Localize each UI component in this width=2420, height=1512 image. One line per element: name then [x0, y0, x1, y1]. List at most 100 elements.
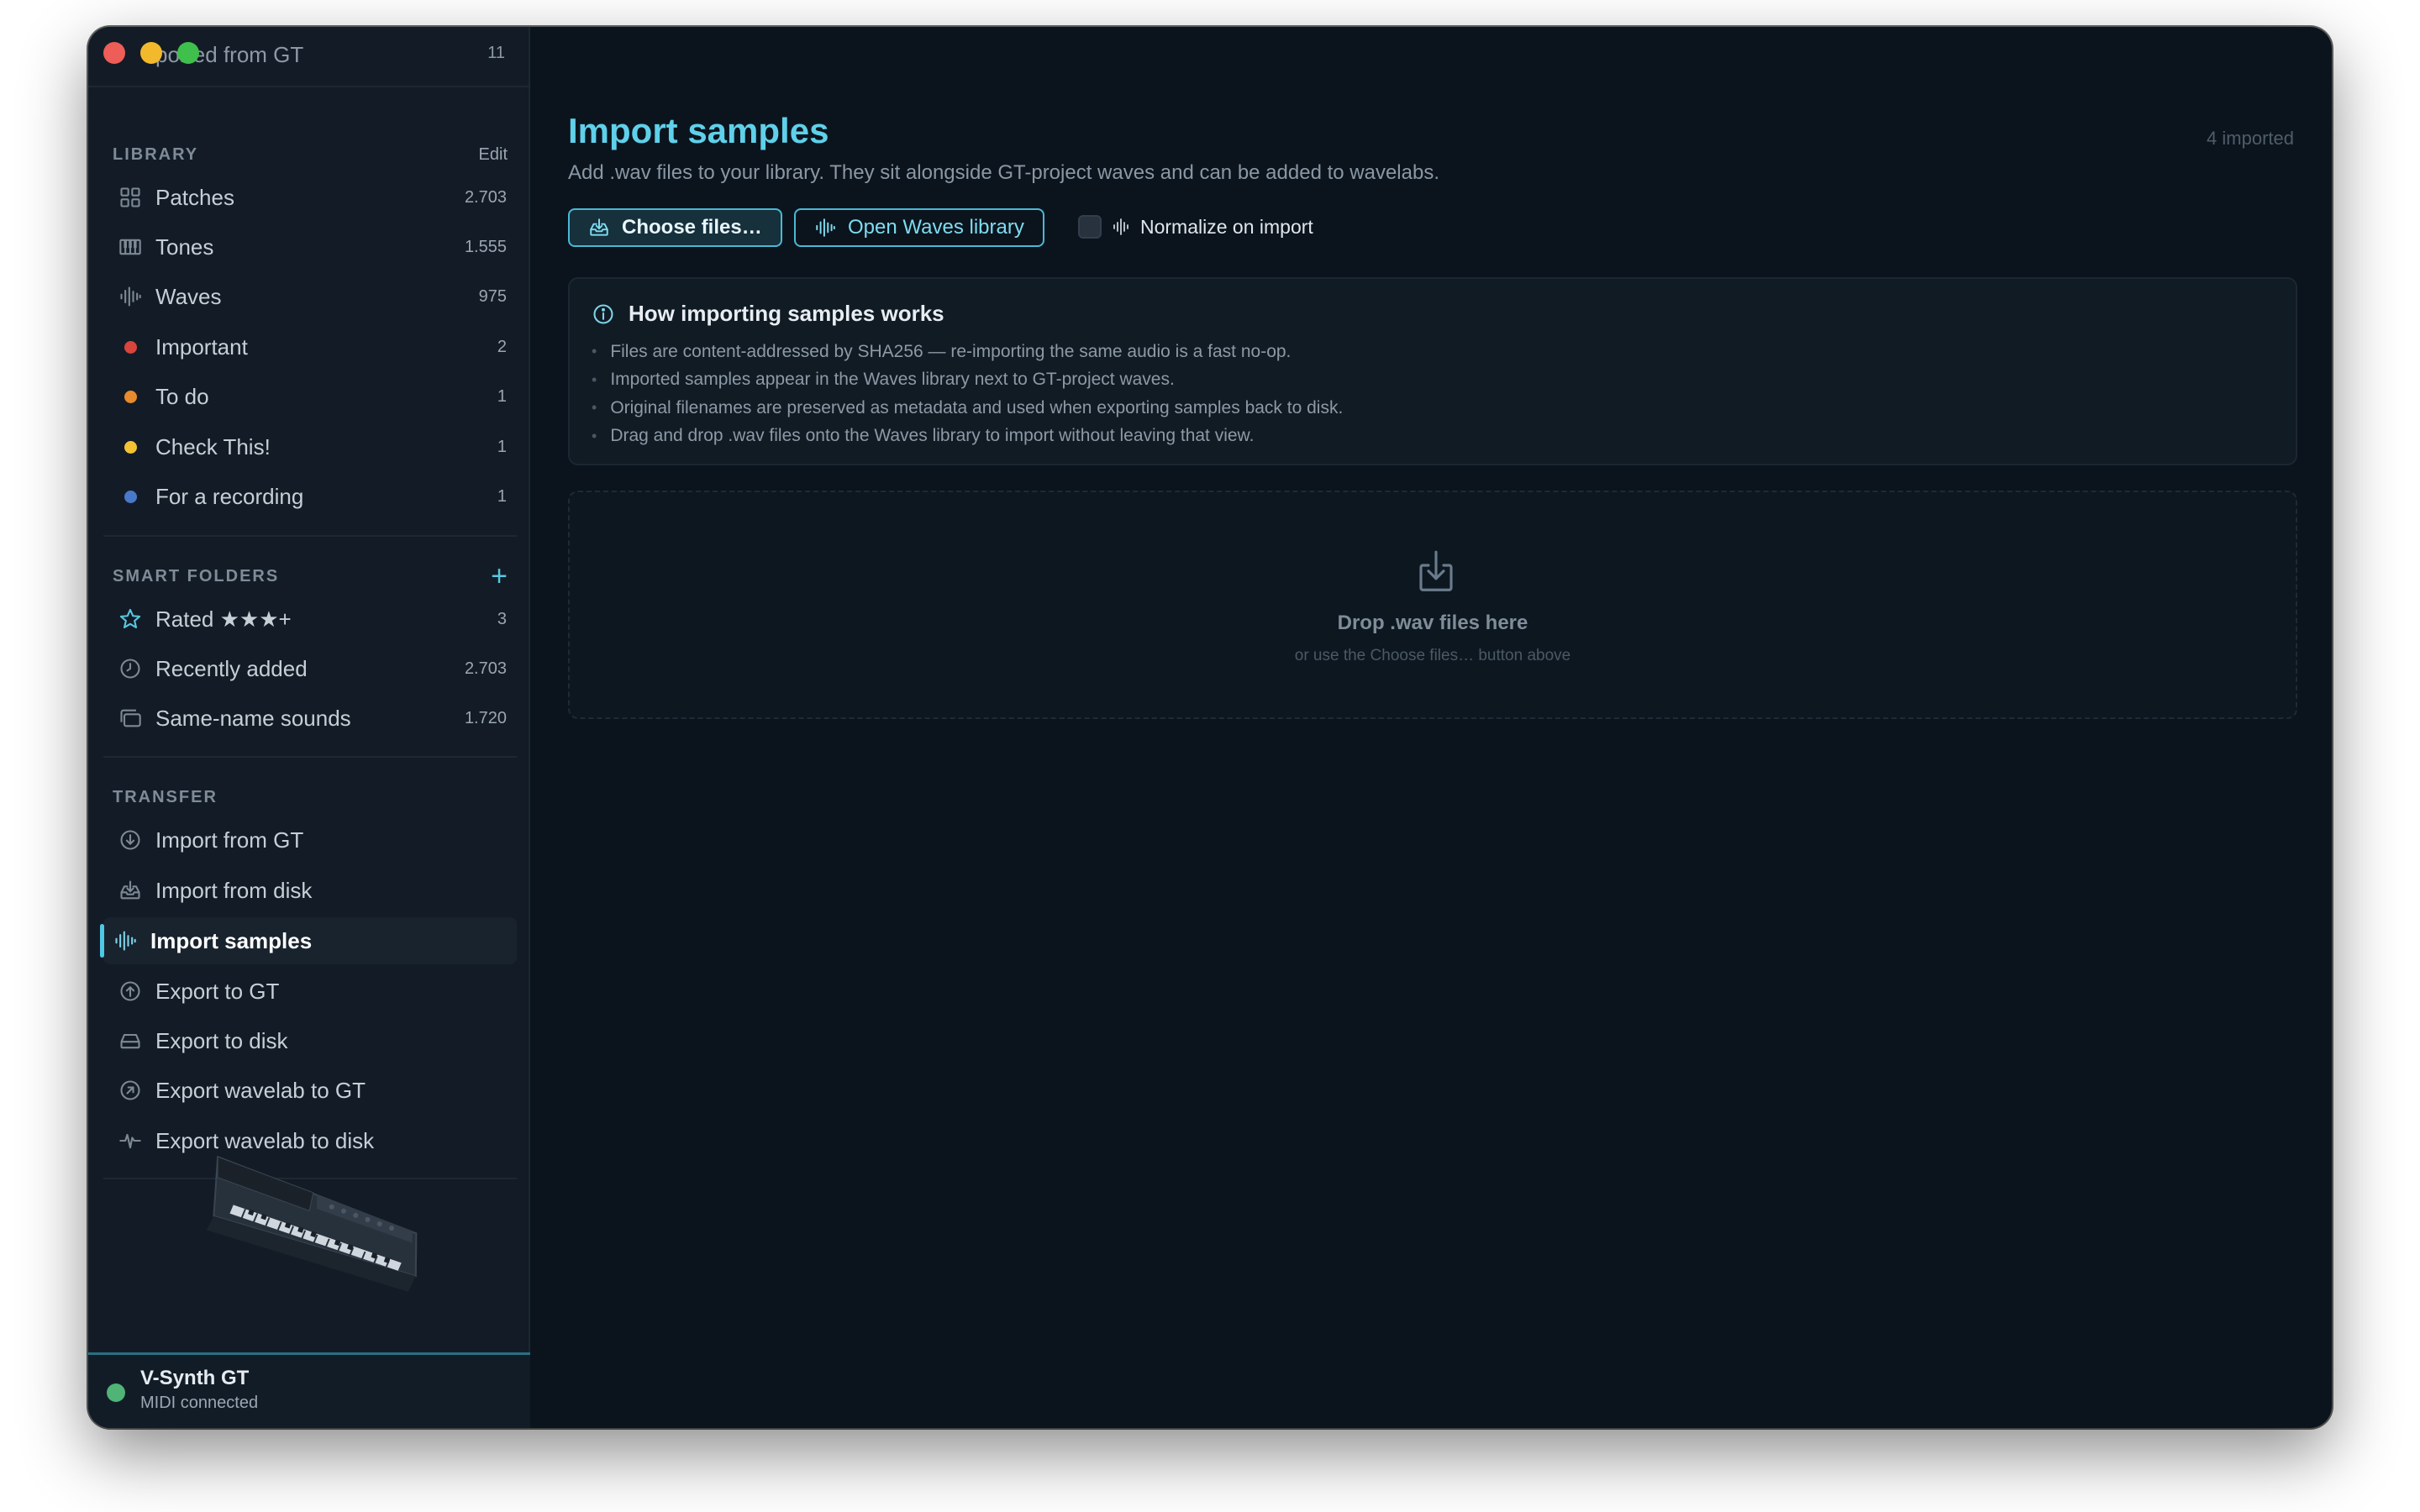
- waveform-icon: [113, 929, 137, 953]
- device-name: V-Synth GT: [140, 1367, 250, 1389]
- sidebar-item-label: Rated ★★★+: [155, 606, 292, 632]
- stacked-folders-icon: [118, 706, 142, 730]
- smart-folders-section-header: SMART FOLDERS +: [113, 562, 508, 591]
- list-item: • Files are content-addressed by SHA256 —…: [592, 341, 1292, 361]
- sidebar-divider: [103, 756, 517, 758]
- info-icon: [592, 302, 615, 326]
- info-list: • Files are content-addressed by SHA256 —…: [592, 338, 1343, 450]
- sidebar-window-count: 11: [487, 44, 505, 62]
- sidebar-item-tones[interactable]: Tones 1.555: [103, 223, 517, 270]
- sidebar-item-label: Recently added: [155, 655, 308, 681]
- choose-files-button[interactable]: Choose files…: [568, 208, 782, 247]
- bullet-icon: •: [592, 399, 597, 417]
- sidebar-item-import-samples[interactable]: Import samples: [100, 917, 517, 964]
- library-heading: LIBRARY: [113, 144, 199, 164]
- sidebar-item-import-from-disk[interactable]: Import from disk: [103, 867, 517, 914]
- grid-icon: [118, 186, 142, 209]
- sidebar-item-rated[interactable]: Rated ★★★+ 3: [103, 596, 517, 643]
- pulse-icon: [118, 1129, 142, 1152]
- sidebar-item-count: 2.703: [464, 659, 507, 678]
- bullet-icon: •: [592, 343, 597, 360]
- sidebar-item-count: 1.720: [464, 708, 507, 727]
- page-title: Import samples: [568, 111, 829, 150]
- sidebar-item-same-name-sounds[interactable]: Same-name sounds 1.720: [103, 695, 517, 742]
- sidebar-item-label: Import samples: [150, 927, 313, 953]
- waveform-icon: [814, 217, 836, 239]
- library-edit-button[interactable]: Edit: [479, 145, 508, 165]
- list-item: • Original filenames are preserved as met…: [592, 397, 1344, 417]
- sidebar-item-for-a-recording[interactable]: For a recording 1: [103, 473, 517, 520]
- normalize-on-import-toggle[interactable]: Normalize on import: [1078, 215, 1313, 239]
- arrow-up-right-circle-icon: [118, 1079, 142, 1102]
- dropzone-title: Drop .wav files here: [1337, 612, 1528, 634]
- sidebar-item-label: Same-name sounds: [155, 705, 351, 731]
- sidebar-item-label: Import from disk: [155, 877, 313, 903]
- normalize-label: Normalize on import: [1140, 215, 1313, 238]
- clock-icon: [118, 657, 142, 680]
- piano-keys-icon: [118, 235, 142, 259]
- info-card-title: How importing samples works: [629, 301, 944, 326]
- sidebar-item-count: 1: [497, 486, 507, 506]
- device-connection-status: MIDI connected: [140, 1394, 259, 1412]
- download-tray-icon: [1413, 548, 1459, 598]
- close-window-button[interactable]: [103, 42, 125, 64]
- sidebar: ported from GT 11 LIBRARY Edit Patches 2…: [88, 27, 530, 1428]
- waveform-icon: [1112, 216, 1134, 238]
- page-subtitle: Add .wav files to your library. They sit…: [568, 161, 1439, 184]
- choose-files-label: Choose files…: [622, 216, 762, 239]
- sidebar-item-recently-added[interactable]: Recently added 2.703: [103, 645, 517, 692]
- normalize-checkbox[interactable]: [1078, 215, 1102, 239]
- tray-download-icon: [588, 217, 610, 239]
- synthesizer-illustration: [206, 1155, 418, 1292]
- sidebar-divider: [103, 535, 517, 537]
- zoom-window-button[interactable]: [177, 42, 199, 64]
- dropzone-subtitle: or use the Choose files… button above: [1294, 647, 1571, 664]
- sidebar-item-count: 2.703: [464, 187, 507, 207]
- imported-count: 4 imported: [2207, 128, 2294, 149]
- open-waves-library-button[interactable]: Open Waves library: [794, 208, 1044, 247]
- sidebar-item-label: Important: [155, 333, 248, 360]
- sidebar-item-label: Waves: [155, 283, 222, 309]
- sidebar-item-count: 1: [497, 386, 507, 406]
- library-section-header: LIBRARY Edit: [113, 142, 508, 167]
- sidebar-item-import-from-gt[interactable]: Import from GT: [103, 816, 517, 864]
- sidebar-item-waves[interactable]: Waves 975: [103, 273, 517, 320]
- sidebar-item-count: 2: [497, 337, 507, 356]
- transfer-heading: TRANSFER: [113, 787, 218, 806]
- waveform-icon: [118, 285, 142, 308]
- list-item: • Imported samples appear in the Waves li…: [592, 370, 1175, 390]
- tag-dot-icon: [118, 435, 142, 459]
- sidebar-item-patches[interactable]: Patches 2.703: [103, 174, 517, 221]
- sidebar-item-important[interactable]: Important 2: [103, 323, 517, 370]
- sidebar-item-label: Check This!: [155, 433, 271, 459]
- arrow-up-circle-icon: [118, 979, 142, 1003]
- transfer-section-header: TRANSFER: [113, 785, 508, 810]
- file-dropzone[interactable]: Drop .wav files here or use the Choose f…: [568, 491, 2297, 719]
- main-content: Import samples Add .wav files to your li…: [530, 27, 2332, 1428]
- sidebar-item-count: 3: [497, 609, 507, 628]
- tag-dot-icon: [118, 385, 142, 408]
- sidebar-item-count: 975: [478, 286, 507, 306]
- smart-folders-heading: SMART FOLDERS: [113, 566, 280, 585]
- bullet-icon: •: [592, 370, 597, 388]
- tray-download-icon: [118, 879, 142, 902]
- bullet-icon: •: [592, 427, 597, 444]
- sidebar-item-to-do[interactable]: To do 1: [103, 373, 517, 420]
- sidebar-item-label: Import from GT: [155, 827, 304, 853]
- open-waves-library-label: Open Waves library: [848, 216, 1024, 239]
- sidebar-item-export-to-disk[interactable]: Export to disk: [103, 1017, 517, 1064]
- sidebar-item-export-wavelab-to-gt[interactable]: Export wavelab to GT: [103, 1067, 517, 1114]
- sidebar-item-label: Patches: [155, 184, 234, 210]
- sidebar-item-check-this[interactable]: Check This! 1: [103, 423, 517, 470]
- sidebar-item-label: Tones: [155, 234, 214, 260]
- device-status-panel[interactable]: V-Synth GT MIDI connected: [88, 1352, 530, 1428]
- connection-status-led: [107, 1383, 125, 1402]
- app-window: ported from GT 11 LIBRARY Edit Patches 2…: [88, 27, 2332, 1428]
- minimize-window-button[interactable]: [140, 42, 162, 64]
- add-smart-folder-button[interactable]: +: [491, 562, 508, 591]
- sidebar-item-export-to-gt[interactable]: Export to GT: [103, 968, 517, 1015]
- info-card-header: How importing samples works: [592, 301, 944, 327]
- tag-dot-icon: [118, 485, 142, 508]
- info-card: How importing samples works • Files are c…: [568, 277, 2297, 465]
- sidebar-item-count: 1.555: [464, 237, 507, 256]
